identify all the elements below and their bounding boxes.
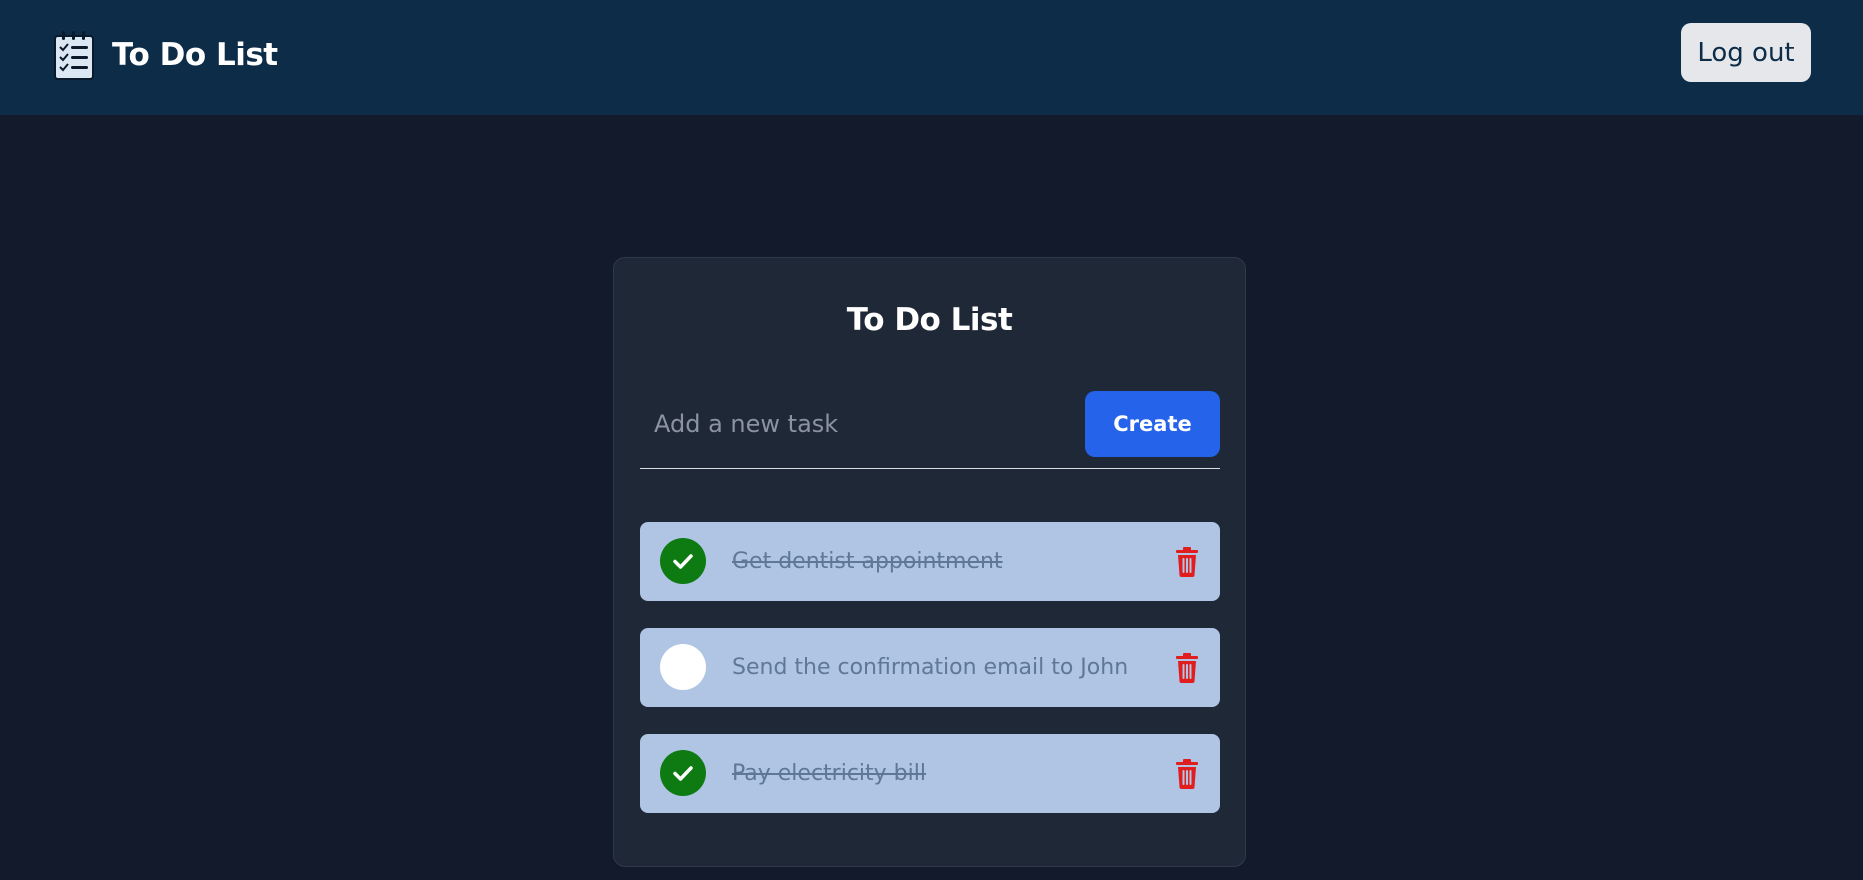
task-item: Pay electricity bill — [640, 734, 1220, 813]
new-task-form: Create — [640, 391, 1220, 469]
task-complete-toggle[interactable] — [660, 750, 706, 796]
app-title: To Do List — [112, 37, 278, 73]
top-navbar: To Do List Log out — [0, 0, 1863, 115]
logout-button[interactable]: Log out — [1681, 23, 1811, 82]
brand: To Do List — [52, 27, 278, 83]
new-task-input[interactable] — [640, 391, 1080, 457]
trash-icon[interactable] — [1175, 653, 1199, 683]
trash-icon[interactable] — [1175, 547, 1199, 577]
task-text: Pay electricity bill — [732, 761, 926, 786]
checkmark-icon — [673, 766, 693, 781]
task-complete-toggle[interactable] — [660, 644, 706, 690]
create-button[interactable]: Create — [1085, 391, 1220, 457]
notepad-checklist-icon — [54, 31, 94, 80]
task-text: Send the confirmation email to John — [732, 655, 1129, 680]
task-item: Get dentist appointment — [640, 522, 1220, 601]
checkmark-icon — [673, 554, 693, 569]
task-text: Get dentist appointment — [732, 549, 1003, 574]
trash-icon[interactable] — [1175, 759, 1199, 789]
todo-card: To Do List Create Get dentist appointmen… — [613, 257, 1246, 867]
card-title: To Do List — [846, 302, 1013, 338]
task-complete-toggle[interactable] — [660, 538, 706, 584]
task-item: Send the confirmation email to John — [640, 628, 1220, 707]
